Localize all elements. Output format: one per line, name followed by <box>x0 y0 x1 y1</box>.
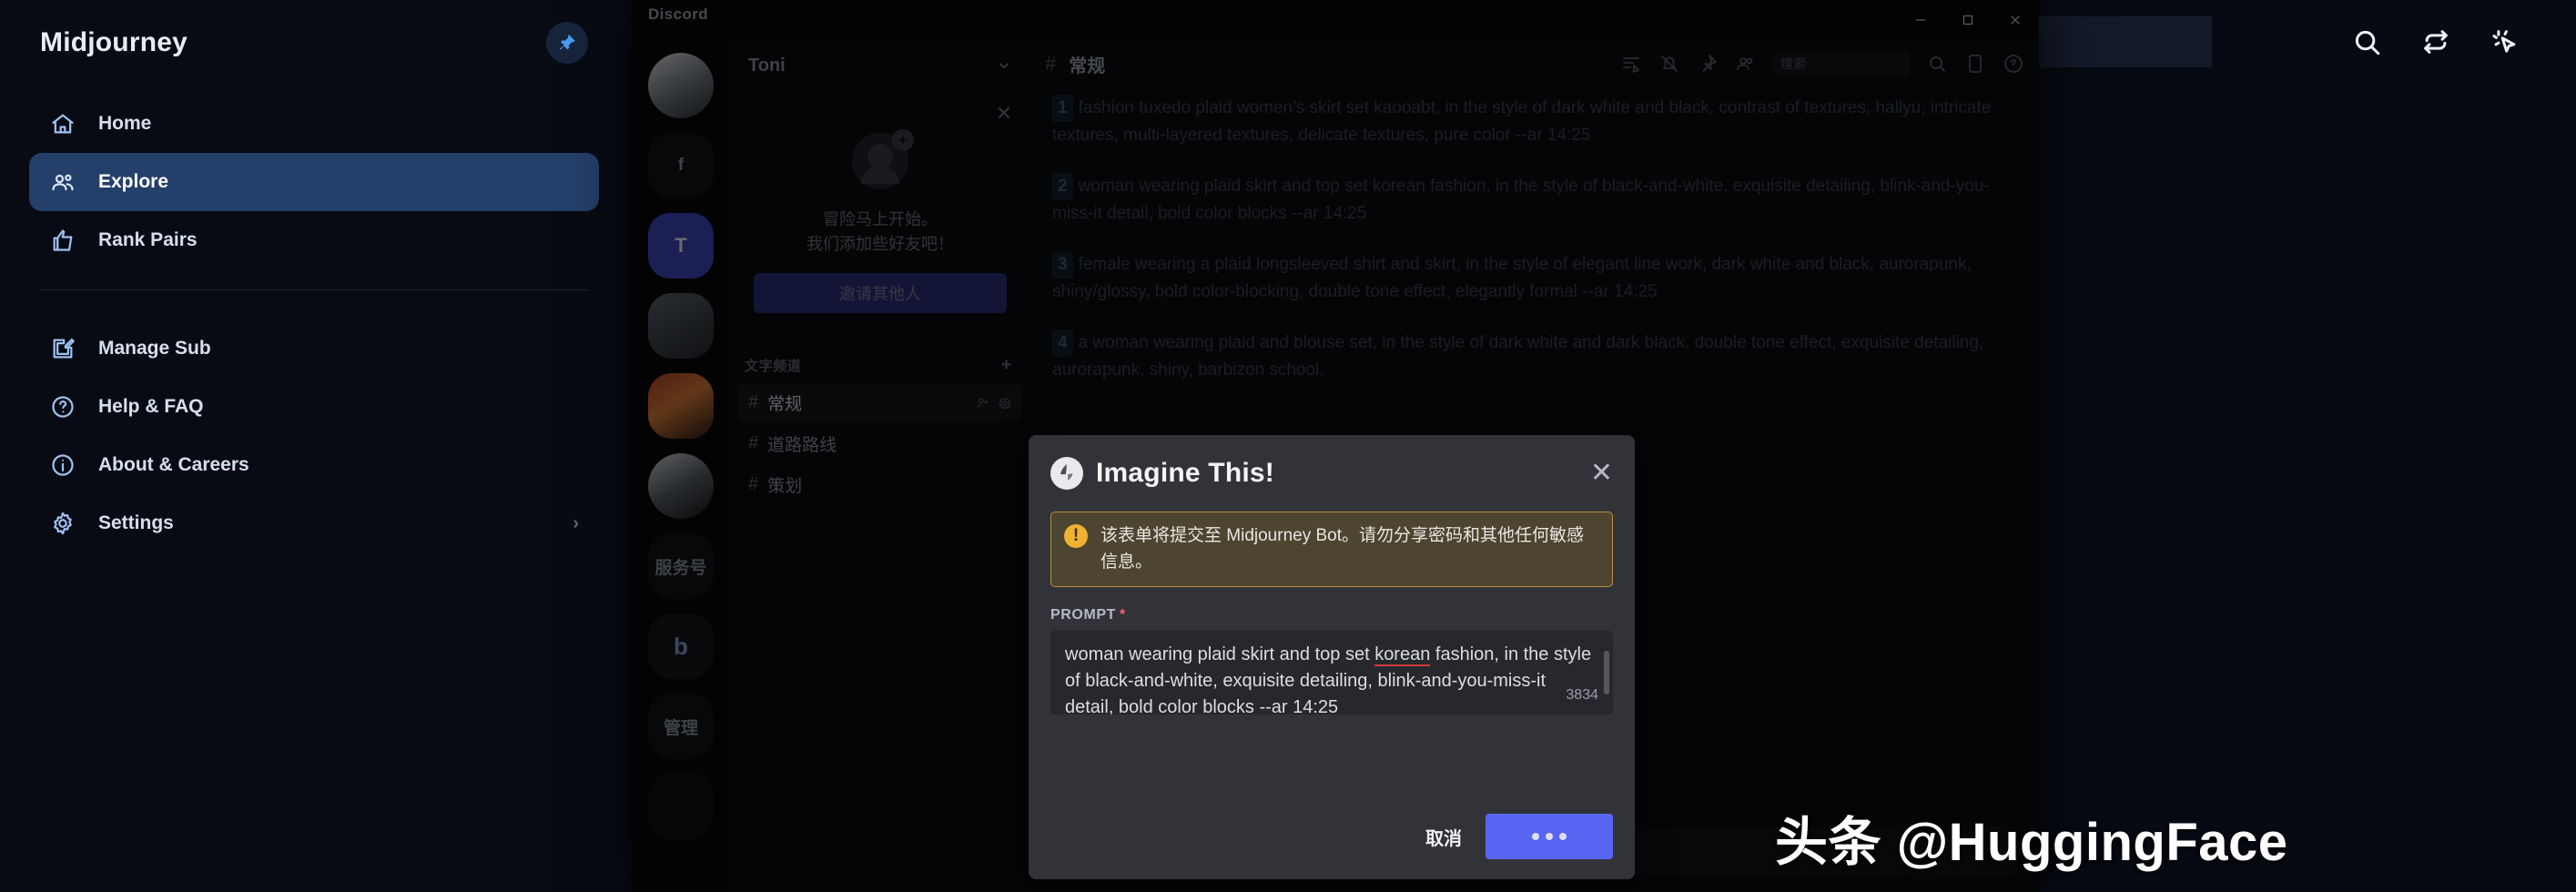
gear-icon <box>49 510 76 537</box>
sidebar-item-about-careers[interactable]: About & Careers <box>29 436 599 494</box>
close-icon[interactable]: ✕ <box>1590 460 1613 487</box>
prompt-misspelled-word: korean <box>1374 644 1431 666</box>
scrollbar-thumb[interactable] <box>1604 651 1609 694</box>
required-mark: * <box>1120 607 1126 623</box>
pin-glyph <box>559 35 575 50</box>
imagine-modal: Imagine This! ✕ ! 该表单将提交至 Midjourney Bot… <box>1029 435 1635 879</box>
sidebar-item-label: Manage Sub <box>98 338 211 359</box>
modal-warning-banner: ! 该表单将提交至 Midjourney Bot。请勿分享密码和其他任何敏感信息… <box>1050 512 1613 587</box>
gallery-right <box>1993 0 2576 892</box>
loading-dot <box>1559 833 1567 840</box>
thumbs-up-icon <box>49 227 76 254</box>
sidebar-item-label: Rank Pairs <box>98 229 198 250</box>
prompt-field-label: PROMPT * <box>1050 607 1613 623</box>
prompt-input[interactable]: woman wearing plaid skirt and top set ko… <box>1050 631 1613 715</box>
modal-footer: 取消 <box>1029 796 1635 879</box>
sidebar-item-label: Home <box>98 113 152 134</box>
submit-button[interactable] <box>1486 814 1613 859</box>
screen-root: Midjourney Home Explore Rank Pairs Manag… <box>0 0 2576 892</box>
cancel-button[interactable]: 取消 <box>1425 824 1462 850</box>
search-icon[interactable] <box>2347 22 2387 62</box>
modal-header: Imagine This! ✕ <box>1029 435 1635 499</box>
app-title: Midjourney <box>40 27 188 57</box>
sidebar-item-label: About & Careers <box>98 454 249 475</box>
sidebar-item-settings[interactable]: Settings › <box>29 494 599 552</box>
sidebar-item-label: Explore <box>98 171 169 192</box>
pin-icon[interactable] <box>546 22 588 64</box>
people-icon <box>49 168 76 196</box>
cursor-sparkle-icon[interactable] <box>2485 22 2525 62</box>
question-circle-icon <box>49 393 76 421</box>
home-icon <box>49 110 76 137</box>
loading-dot <box>1532 833 1539 840</box>
midjourney-sidebar: Midjourney Home Explore Rank Pairs Manag… <box>0 0 628 892</box>
midjourney-toolbar <box>1993 0 2576 84</box>
chevron-right-icon: › <box>573 512 579 533</box>
sidebar-item-manage-sub[interactable]: Manage Sub <box>29 319 599 378</box>
midjourney-bot-avatar <box>1050 457 1083 490</box>
watermark: 头条 @HuggingFace <box>1775 813 2288 872</box>
sidebar-divider <box>40 289 588 290</box>
warning-icon: ! <box>1064 524 1088 548</box>
modal-title: Imagine This! <box>1096 458 1274 488</box>
primary-nav: Home Explore Rank Pairs <box>0 95 628 269</box>
character-counter: 3834 <box>1566 686 1598 703</box>
refresh-icon[interactable] <box>2416 22 2456 62</box>
prompt-text-part1: woman wearing plaid skirt and top set <box>1065 644 1375 664</box>
sailboat-glyph <box>1060 464 1073 481</box>
sidebar-item-help-faq[interactable]: Help & FAQ <box>29 378 599 436</box>
loading-dot <box>1546 833 1553 840</box>
secondary-nav: Manage Sub Help & FAQ About & Careers Se… <box>0 319 628 552</box>
sidebar-item-label: Settings <box>98 512 174 533</box>
info-circle-icon <box>49 451 76 479</box>
prompt-label-text: PROMPT <box>1050 607 1117 623</box>
sidebar-item-rank-pairs[interactable]: Rank Pairs <box>29 211 599 269</box>
sidebar-item-explore[interactable]: Explore <box>29 153 599 211</box>
sidebar-item-label: Help & FAQ <box>98 396 204 417</box>
edit-square-icon <box>49 335 76 362</box>
brand-row: Midjourney <box>0 0 628 66</box>
modal-warning-text: 该表单将提交至 Midjourney Bot。请勿分享密码和其他任何敏感信息。 <box>1100 526 1585 572</box>
sidebar-item-home[interactable]: Home <box>29 95 599 153</box>
